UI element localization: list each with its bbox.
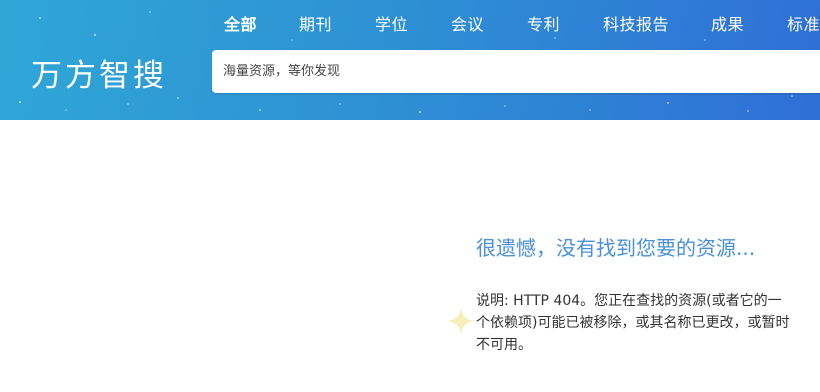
- nav-item-theses[interactable]: 学位: [375, 11, 408, 35]
- search-box: [212, 50, 820, 93]
- error-title: 很遗憾，没有找到您要的资源...: [476, 236, 756, 260]
- nav-item-tech-reports[interactable]: 科技报告: [603, 11, 669, 35]
- nav-item-all[interactable]: 全部: [224, 11, 257, 35]
- nav-item-standards[interactable]: 标准: [787, 11, 820, 35]
- nav-item-journals[interactable]: 期刊: [299, 11, 332, 35]
- site-logo[interactable]: 万方智搜: [31, 50, 167, 95]
- error-description: 说明: HTTP 404。您正在查找的资源(或者它的一个依赖项)可能已被移除，或…: [476, 293, 790, 353]
- nav-item-achievements[interactable]: 成果: [711, 11, 744, 35]
- nav-item-conferences[interactable]: 会议: [451, 11, 484, 35]
- site-header: 全部 期刊 学位 会议 专利 科技报告 成果 标准 万方智搜: [0, 0, 820, 120]
- nav-item-patents[interactable]: 专利: [527, 11, 560, 35]
- sparkle-icon: [447, 307, 475, 335]
- search-input[interactable]: [212, 50, 820, 93]
